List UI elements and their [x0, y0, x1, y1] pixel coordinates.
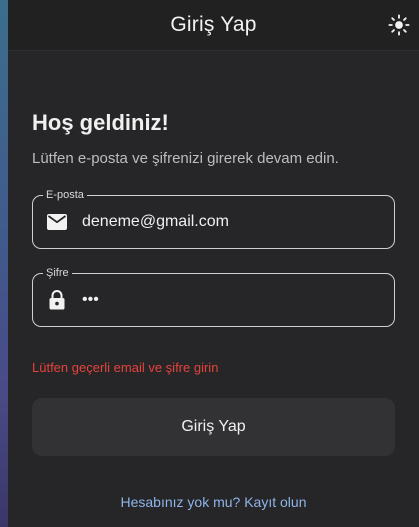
lock-icon — [46, 289, 68, 311]
email-input[interactable] — [82, 213, 372, 231]
error-message: Lütfen geçerli email ve şifre girin — [32, 360, 219, 375]
password-field-label: Şifre — [43, 266, 72, 280]
app-bar: Giriş Yap — [8, 0, 419, 51]
email-field-label: E-posta — [43, 188, 87, 202]
sun-icon — [388, 14, 410, 36]
subtitle-text: Lütfen e-posta ve şifrenizi girerek deva… — [32, 150, 339, 167]
login-button[interactable]: Giriş Yap — [32, 398, 395, 456]
background-gradient-strip — [0, 0, 8, 527]
signup-link[interactable]: Hesabınız yok mu? Kayıt olun — [32, 494, 395, 510]
password-field[interactable]: Şifre — [32, 266, 395, 327]
theme-toggle-button[interactable] — [385, 11, 413, 39]
email-field[interactable]: E-posta — [32, 188, 395, 249]
app-window: Giriş Yap Hoş geldiniz! Lütfen e-posta v… — [8, 0, 419, 527]
password-input[interactable] — [82, 291, 372, 309]
login-form: Hoş geldiniz! Lütfen e-posta ve şifreniz… — [8, 110, 419, 510]
page-title: Giriş Yap — [170, 13, 257, 36]
welcome-heading: Hoş geldiniz! — [32, 110, 169, 135]
mail-icon — [46, 211, 68, 233]
